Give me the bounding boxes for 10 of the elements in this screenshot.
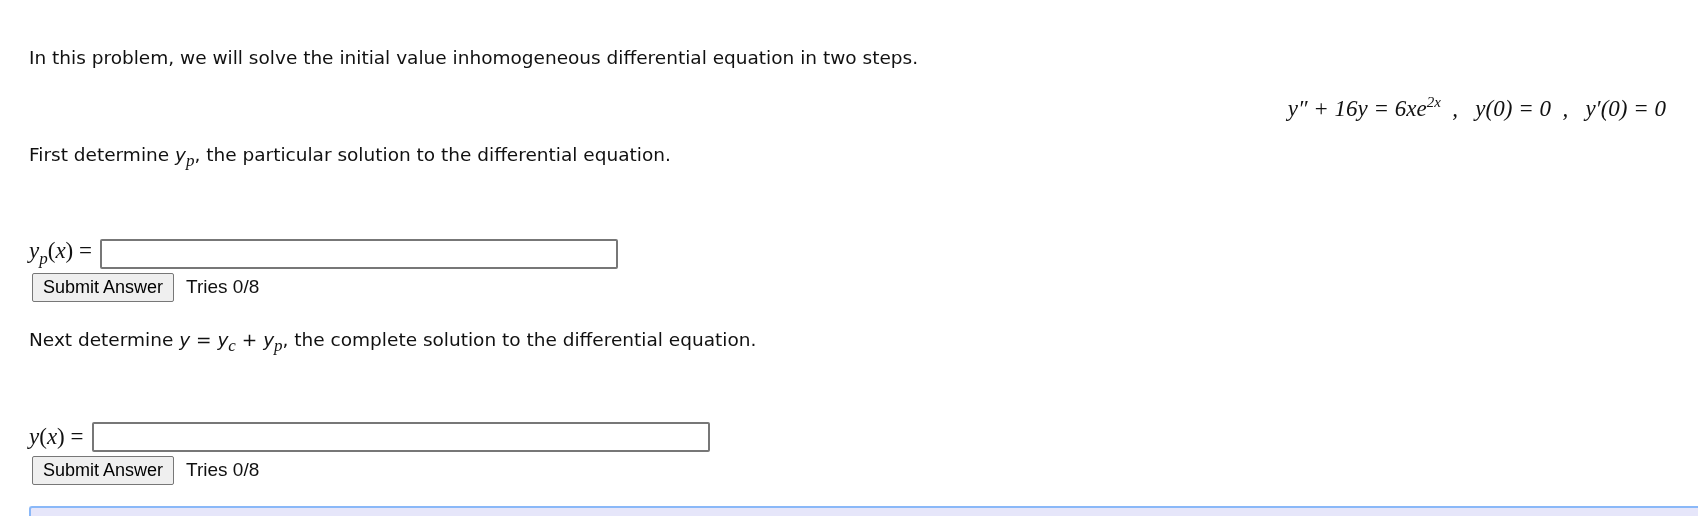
answer-field[interactable] bbox=[91, 421, 710, 452]
submit-answer-button[interactable]: Submit Answer bbox=[32, 272, 175, 302]
answer-label: y(x) = bbox=[29, 423, 84, 450]
submit-answer-button[interactable]: Submit Answer bbox=[32, 455, 175, 485]
answer-field[interactable] bbox=[100, 238, 618, 269]
answer-label: y$_{p}$(x) = bbox=[29, 238, 92, 269]
tries-counter: Tries 0/8 bbox=[186, 459, 260, 482]
tries-counter: Tries 0/8 bbox=[186, 276, 260, 299]
problem-intro: In this problem, we will solve the initial value inhomogeneous differential equation in two steps. bbox=[29, 47, 919, 68]
differential-equation: y″ + 16y = 6xe$^{2x}$ , y(0) = 0 , y′(0) = 0 bbox=[1287, 94, 1666, 122]
